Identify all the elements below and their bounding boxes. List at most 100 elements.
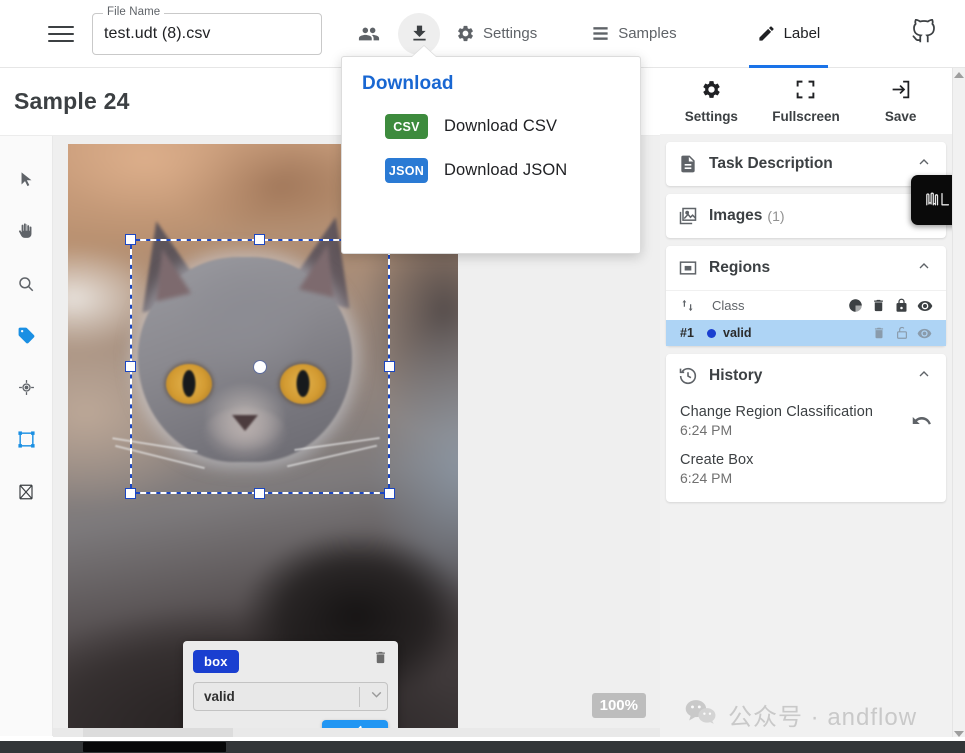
eye-icon[interactable]	[913, 298, 936, 314]
region-class-select[interactable]: valid	[193, 682, 388, 711]
menu-item-download-csv[interactable]: CSV Download CSV	[362, 114, 620, 139]
download-dropdown-menu[interactable]: Download CSV Download CSV JSON Download …	[341, 56, 641, 254]
lock-open-icon[interactable]	[890, 326, 913, 340]
save-exit-icon	[890, 79, 911, 105]
canvas-horizontal-scrollbar[interactable]	[53, 728, 660, 737]
chevron-up-icon[interactable]	[916, 366, 932, 387]
bbox-handle-w[interactable]	[125, 361, 136, 372]
chevron-up-icon[interactable]	[916, 258, 932, 279]
dropdown-arrow	[412, 46, 436, 57]
tool-pan[interactable]	[6, 208, 46, 260]
nav-label-settings: Settings	[483, 25, 537, 42]
region-type-chip: box	[193, 650, 239, 673]
hand-icon	[18, 223, 35, 245]
history-entry-time: 6:24 PM	[680, 422, 932, 438]
region-row-number: #1	[680, 326, 707, 340]
eye-icon[interactable]	[913, 326, 936, 341]
menu-item-download-json[interactable]: JSON Download JSON	[362, 158, 620, 183]
chevron-down-icon	[368, 686, 385, 708]
nav-item-label[interactable]: Label	[743, 0, 835, 68]
file-name-input[interactable]: test.udt (8).csv	[93, 25, 211, 43]
gear-icon	[701, 79, 722, 105]
canvas-scrollbar-thumb[interactable]	[83, 728, 233, 737]
card-header-regions[interactable]: Regions	[666, 246, 946, 290]
lock-closed-icon[interactable]	[890, 298, 913, 313]
pie-chart-icon[interactable]	[844, 298, 867, 313]
images-icon	[678, 206, 698, 226]
history-entry-time: 6:24 PM	[680, 470, 932, 486]
panel-actions: Settings Fullscreen	[660, 68, 952, 134]
history-entry-title: Create Box	[680, 452, 932, 468]
action-fullscreen[interactable]: Fullscreen	[764, 79, 848, 124]
card-task-description: Task Description	[666, 142, 946, 186]
region-icon	[678, 258, 698, 278]
tool-zoom[interactable]	[6, 260, 46, 312]
bbox-handle-nw[interactable]	[125, 234, 136, 245]
bbox-handle-sw[interactable]	[125, 488, 136, 499]
card-header-task-description[interactable]: Task Description	[666, 142, 946, 186]
card-header-images[interactable]: Images (1)	[666, 194, 946, 238]
trash-icon[interactable]	[373, 650, 388, 670]
horizontal-scrollbar-thumb[interactable]	[83, 742, 226, 752]
tool-point[interactable]	[6, 364, 46, 416]
document-icon	[678, 154, 698, 174]
zoom-level-badge: 100%	[592, 693, 646, 718]
card-title-regions: Regions	[709, 259, 770, 277]
bbox-handle-e[interactable]	[384, 361, 395, 372]
hamburger-menu-icon[interactable]	[48, 23, 74, 45]
menu-label-download-csv: Download CSV	[444, 117, 557, 136]
images-count: (1)	[767, 208, 784, 224]
trash-icon[interactable]	[867, 298, 890, 313]
action-save[interactable]: Save	[859, 79, 943, 124]
card-title-history: History	[709, 367, 762, 385]
bbox-handle-s[interactable]	[254, 488, 265, 499]
card-header-history[interactable]: History	[666, 354, 946, 398]
fullscreen-icon	[795, 79, 816, 105]
action-label-settings: Settings	[685, 109, 738, 124]
page-vertical-scrollbar[interactable]	[952, 68, 965, 741]
sort-icon[interactable]	[680, 298, 712, 313]
page-horizontal-scrollbar[interactable]	[0, 741, 965, 753]
tool-rail	[0, 136, 53, 736]
action-label-fullscreen: Fullscreen	[772, 109, 840, 124]
list-icon	[591, 24, 610, 43]
card-images: Images (1)	[666, 194, 946, 238]
history-list: Change Region Classification 6:24 PM Cre…	[666, 398, 946, 502]
json-badge: JSON	[385, 158, 428, 183]
card-title-task-description: Task Description	[709, 155, 833, 173]
region-popup-header: box	[193, 650, 388, 673]
list-item[interactable]: Change Region Classification 6:24 PM	[680, 404, 932, 438]
scroll-up-arrow-icon[interactable]	[954, 72, 964, 78]
tool-select[interactable]	[6, 156, 46, 208]
pencil-icon	[757, 24, 776, 43]
tool-polygon[interactable]	[6, 468, 46, 520]
file-name-label: File Name	[103, 6, 164, 18]
list-item[interactable]: Create Box 6:24 PM	[680, 452, 932, 486]
undo-arrow-icon[interactable]	[911, 410, 932, 436]
polygon-icon	[17, 483, 35, 506]
bbox-move-handle[interactable]	[254, 361, 266, 373]
region-bounding-box[interactable]	[130, 239, 390, 494]
action-settings[interactable]: Settings	[669, 79, 753, 124]
table-row[interactable]: #1 valid	[666, 320, 946, 346]
card-history: History Change Region Classification 6:2…	[666, 354, 946, 502]
github-icon[interactable]	[909, 16, 941, 48]
magnifier-icon	[17, 275, 35, 298]
download-icon	[409, 23, 430, 44]
page-title: Sample 24	[14, 88, 130, 115]
right-panel: Settings Fullscreen	[660, 68, 952, 741]
tool-bounding-box[interactable]	[6, 416, 46, 468]
bbox-handle-n[interactable]	[254, 234, 265, 245]
csv-badge: CSV	[385, 114, 428, 139]
chevron-up-icon[interactable]	[916, 154, 932, 175]
regions-table-header: Class	[666, 290, 946, 320]
history-entry-title: Change Region Classification	[680, 404, 932, 420]
menu-label-download-json: Download JSON	[444, 161, 567, 180]
region-label-popup[interactable]: box valid	[183, 641, 398, 740]
file-name-field[interactable]: File Name test.udt (8).csv	[92, 13, 322, 55]
card-title-images: Images	[709, 207, 762, 225]
bbox-handle-se[interactable]	[384, 488, 395, 499]
nav-label-samples: Samples	[618, 25, 676, 42]
trash-icon[interactable]	[867, 326, 890, 340]
tool-tag[interactable]	[6, 312, 46, 364]
